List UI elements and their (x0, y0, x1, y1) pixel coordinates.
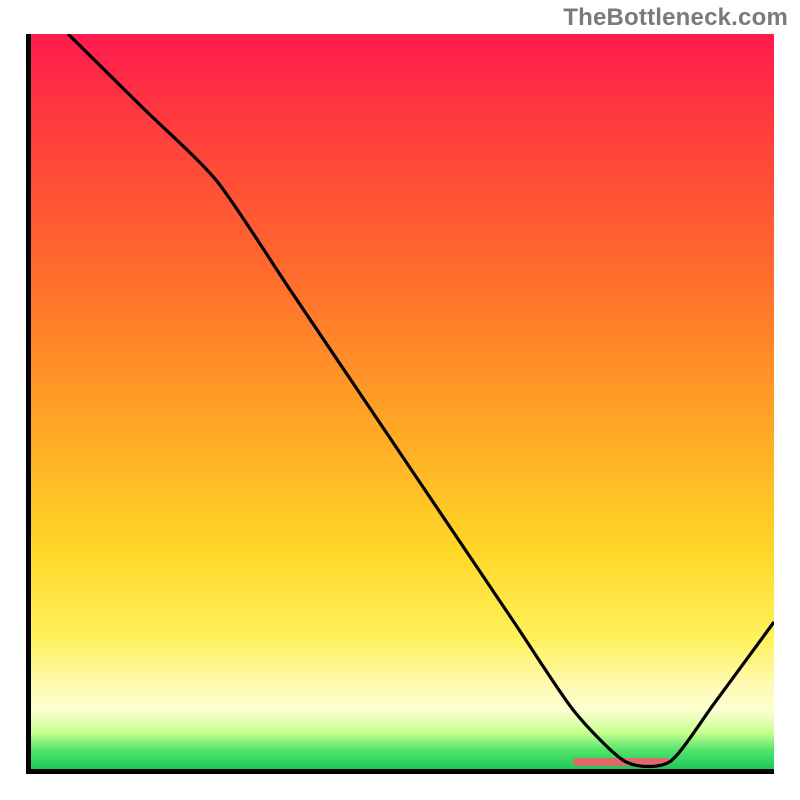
chart-stage: TheBottleneck.com (0, 0, 800, 800)
watermark-text: TheBottleneck.com (563, 4, 788, 32)
curve-path (68, 34, 774, 766)
plot-area (26, 34, 774, 774)
curve-svg (31, 34, 774, 769)
